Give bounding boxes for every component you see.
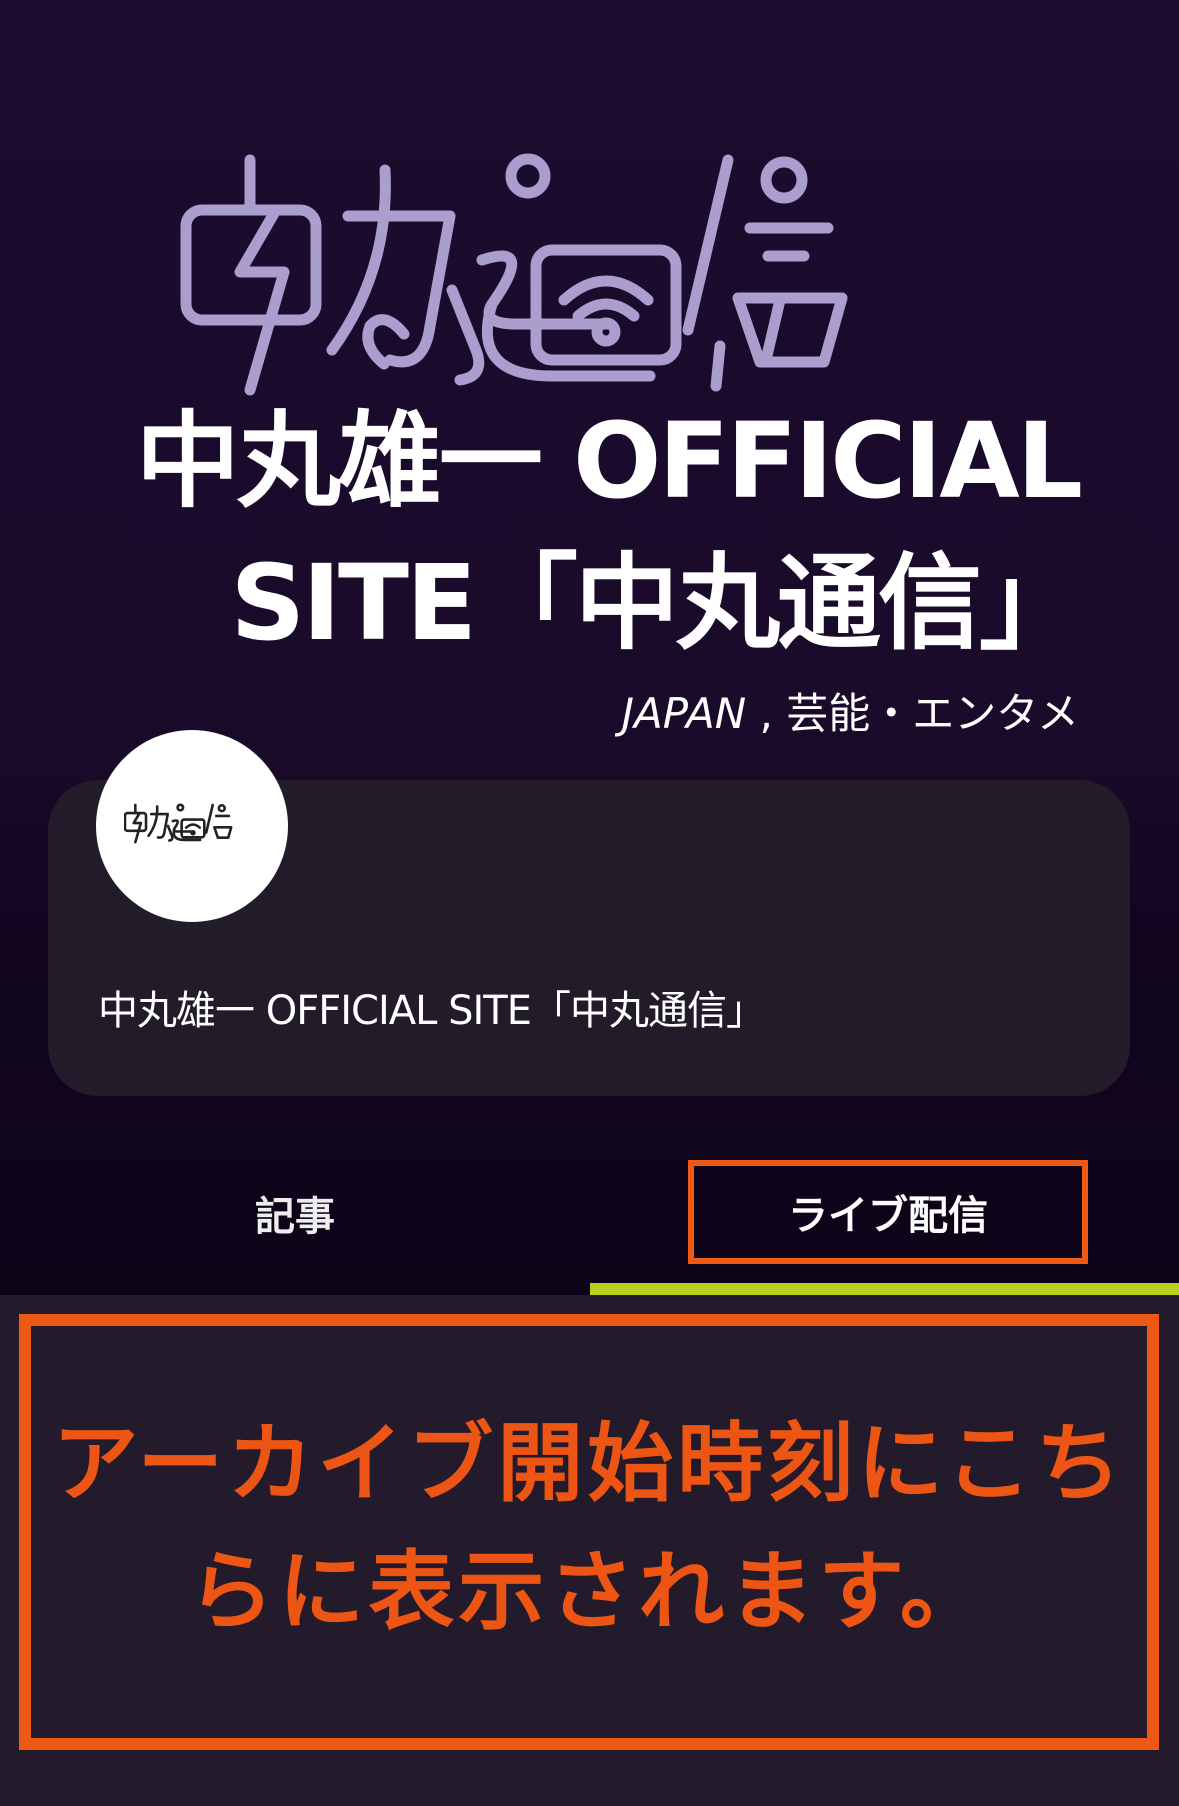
category-line: JAPAN , 芸能・エンタメ [622,686,1079,742]
tab-articles[interactable]: 記事 [0,1158,590,1268]
category-label: 芸能・エンタメ [786,689,1079,738]
profile-name: 中丸雄一 OFFICIAL SITE「中丸通信」 [98,988,766,1034]
nakamaru-tsushin-logo-icon [180,153,848,396]
archive-notice-message: アーカイブ開始時刻にこちらに表示されます。 [52,1414,1126,1642]
nakamaru-tsushin-logo-icon [124,803,233,844]
site-title: 中丸雄一 OFFICIAL SITE「中丸通信」 [135,400,1083,664]
category-separator: , [746,689,787,738]
tab-live-streaming[interactable]: ライブ配信 [688,1160,1088,1264]
avatar[interactable] [96,730,288,922]
region-label: JAPAN [621,689,747,738]
tab-active-indicator [590,1283,1179,1295]
